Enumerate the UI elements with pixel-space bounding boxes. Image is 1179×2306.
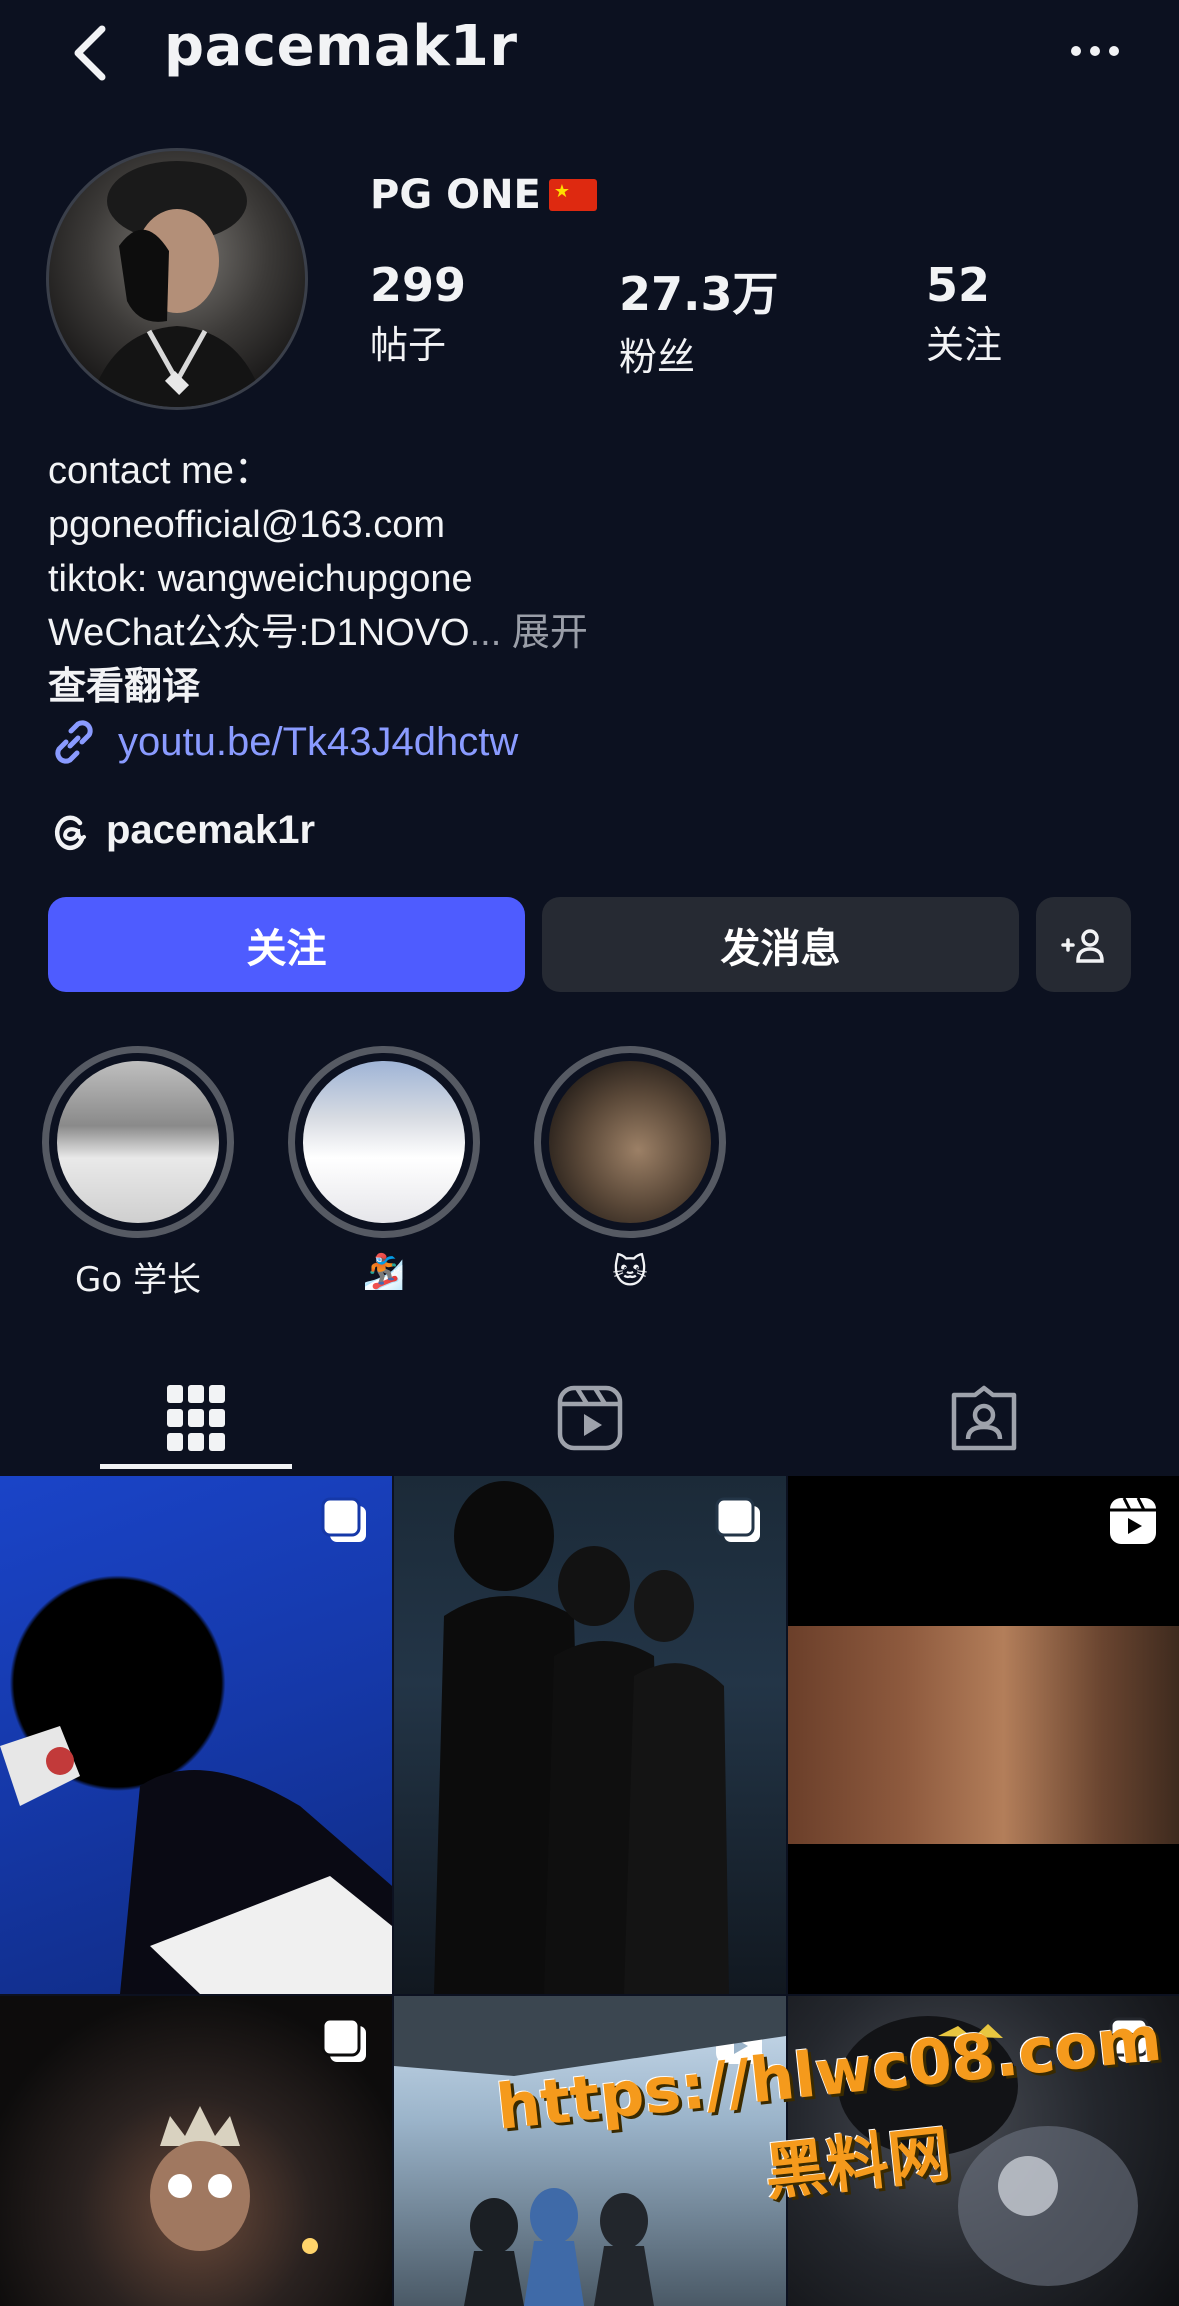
add-person-icon — [1060, 928, 1104, 963]
threads-icon — [54, 815, 86, 850]
more-options-button[interactable] — [1060, 26, 1130, 76]
post-figure — [434, 1481, 729, 1994]
highlight-ring — [534, 1046, 726, 1238]
post-thumbnail[interactable] — [0, 1476, 392, 1994]
post-thumbnail[interactable] — [788, 1996, 1179, 2306]
stat-followers[interactable]: 27.3万 粉丝 — [619, 258, 779, 381]
reels-icon — [557, 1385, 623, 1451]
threads-badge[interactable]: pacemak1r — [48, 808, 315, 853]
stat-followers-count: 27.3万 — [619, 267, 779, 321]
bio-line-text: WeChat公众号:D1NOVO — [48, 612, 470, 654]
stat-posts-label: 帖子 — [370, 323, 447, 367]
post-thumbnail[interactable] — [0, 1996, 392, 2306]
post-thumbnail[interactable] — [394, 1476, 786, 1994]
tab-reels[interactable] — [394, 1368, 786, 1468]
stat-posts-count: 299 — [370, 258, 467, 312]
threads-handle: pacemak1r — [106, 808, 316, 852]
back-button[interactable] — [60, 18, 120, 88]
highlight-item[interactable]: 🏂 — [288, 1046, 480, 1292]
active-tab-indicator — [100, 1464, 292, 1469]
bio-line: tiktok: wangweichupgone — [48, 558, 473, 600]
reel-icon — [1110, 1497, 1156, 1544]
chevron-left-icon — [74, 25, 106, 81]
message-button[interactable]: 发消息 — [542, 897, 1019, 992]
display-name-text: PG ONE — [370, 172, 541, 218]
see-translation-button[interactable]: 查看翻译 — [48, 660, 588, 714]
tagged-icon — [951, 1385, 1017, 1451]
tab-posts-grid[interactable] — [0, 1368, 392, 1468]
highlight-label: Go 学长 — [75, 1260, 201, 1300]
highlight-item[interactable]: Go 学长 — [42, 1046, 234, 1301]
page-title: pacemak1r — [164, 14, 518, 79]
post-figure — [0, 1726, 392, 1994]
post-figure — [394, 1996, 786, 2306]
carousel-icon — [321, 1497, 366, 1542]
tab-tagged[interactable] — [788, 1368, 1179, 1468]
highlight-label: 🐱 — [612, 1252, 648, 1292]
post-figure — [838, 2016, 1138, 2286]
bio-ellipsis: ... — [469, 612, 502, 654]
post-thumbnail[interactable] — [788, 1476, 1179, 1994]
stat-followers-label: 粉丝 — [619, 335, 696, 379]
bio-line: contact me： — [48, 450, 272, 492]
external-link-text[interactable]: youtu.be/Tk43J4dhctw — [118, 720, 518, 765]
stat-following-count: 52 — [926, 258, 991, 312]
avatar[interactable] — [46, 148, 308, 410]
expand-bio-button[interactable]: 展开 — [512, 612, 588, 654]
stat-following[interactable]: 52 关注 — [926, 258, 1002, 369]
bio-line[interactable]: pgoneofficial@163.com — [48, 498, 588, 552]
stat-following-label: 关注 — [926, 323, 1003, 367]
highlight-label: 🏂 — [362, 1252, 406, 1292]
grid-icon — [167, 1385, 225, 1451]
bio: contact me： pgoneofficial@163.com tiktok… — [48, 444, 588, 714]
highlight-item[interactable]: 🐱 — [534, 1046, 726, 1292]
display-name: PG ONE — [370, 172, 597, 218]
highlight-cover — [57, 1061, 219, 1223]
highlight-cover — [303, 1061, 465, 1223]
highlight-ring — [288, 1046, 480, 1238]
highlight-ring — [42, 1046, 234, 1238]
post-thumbnail[interactable] — [394, 1996, 786, 2306]
bio-line-last: WeChat公众号:D1NOVO... 展开 — [48, 606, 588, 660]
avatar-image — [89, 161, 265, 407]
suggest-users-button[interactable] — [1036, 897, 1131, 992]
link-icon — [55, 720, 93, 764]
post-video-frame — [788, 1626, 1179, 1844]
post-figure — [150, 2106, 318, 2254]
stat-posts[interactable]: 299 帖子 — [370, 258, 466, 369]
more-icon — [1071, 46, 1119, 56]
highlight-cover — [549, 1061, 711, 1223]
follow-button[interactable]: 关注 — [48, 897, 525, 992]
cn-flag-icon — [548, 179, 597, 211]
external-link[interactable]: youtu.be/Tk43J4dhctw — [48, 716, 518, 768]
